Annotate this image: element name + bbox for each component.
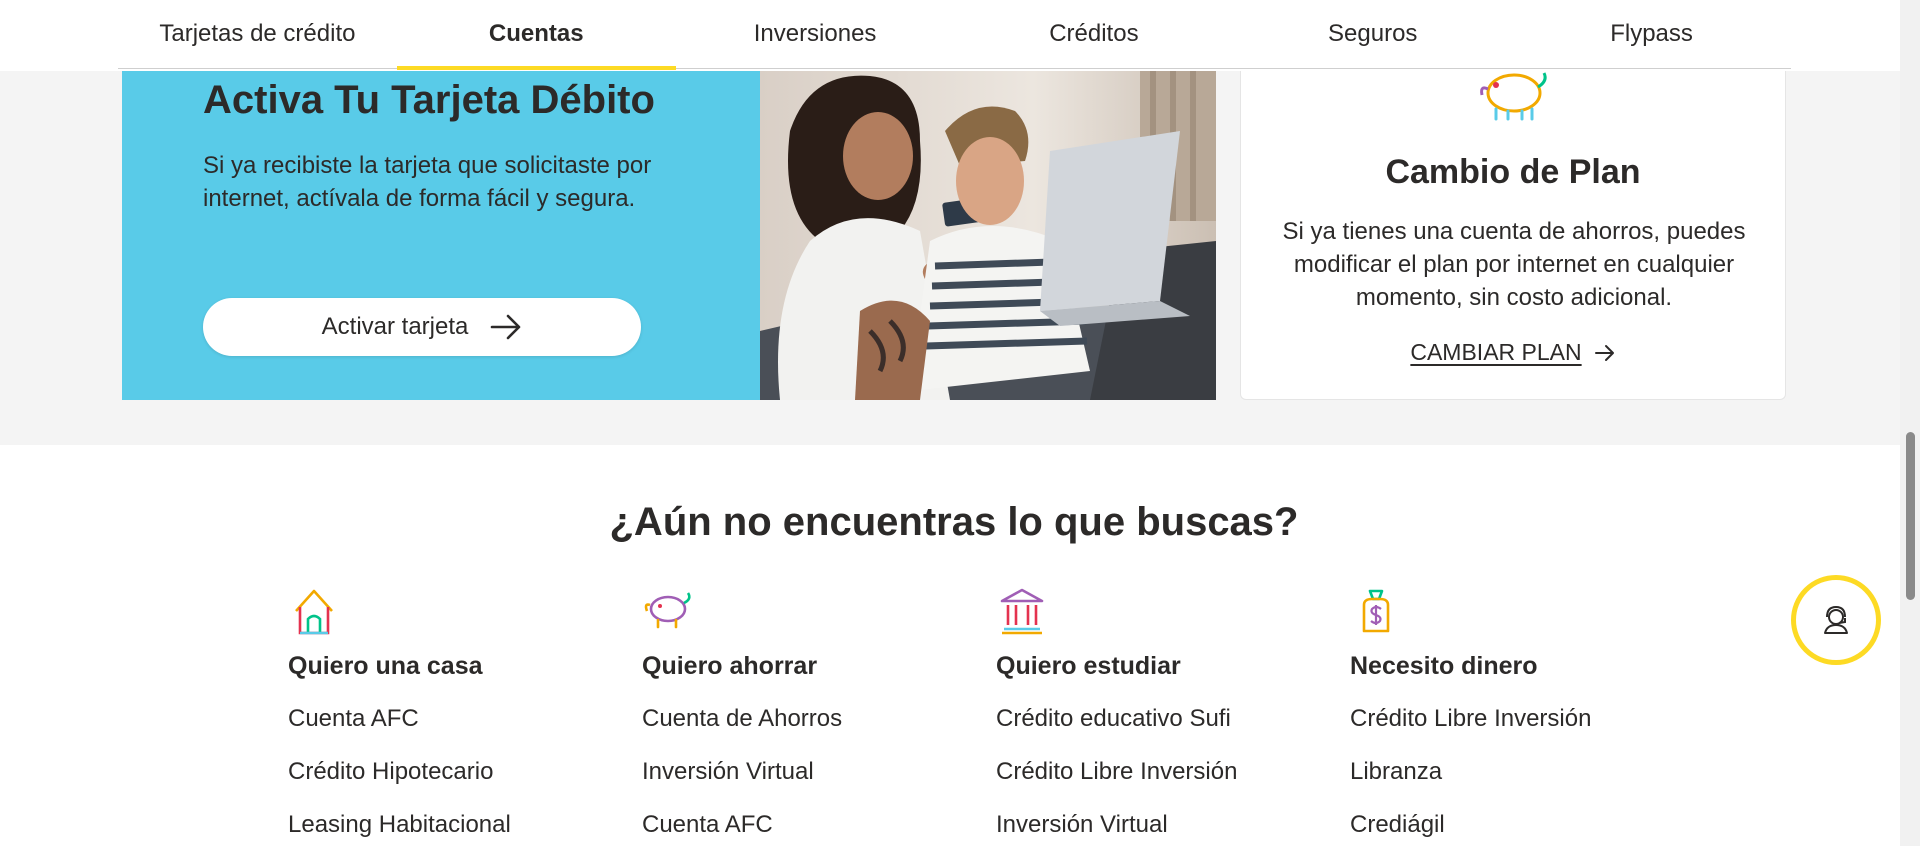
change-plan-link-label: CAMBIAR PLAN <box>1410 339 1582 365</box>
bank-building-icon <box>1000 588 1044 635</box>
tab-tarjetas-de-credito[interactable]: Tarjetas de crédito <box>118 0 397 68</box>
help-section-title: ¿Aún no encuentras lo que buscas? <box>609 500 1299 544</box>
top-nav: Tarjetas de crédito Cuentas Inversiones … <box>0 0 1900 71</box>
change-plan-card: Cambio de Plan Si ya tienes una cuenta d… <box>1240 71 1786 400</box>
tab-cuentas[interactable]: Cuentas <box>396 0 676 70</box>
help-link[interactable]: Libranza <box>1350 754 1690 807</box>
activate-card-button-label: Activar tarjeta <box>321 313 469 340</box>
promo-title: Activa Tu Tarjeta Débito <box>203 78 655 122</box>
help-heading-dinero: Necesito dinero <box>1350 652 1538 680</box>
arrow-right-icon <box>1594 344 1614 361</box>
help-heading-estudiar: Quiero estudiar <box>996 652 1181 680</box>
page-scrollbar[interactable] <box>1900 0 1920 846</box>
help-link[interactable]: Cuenta AFC <box>288 701 628 754</box>
scrollbar-thumb[interactable] <box>1906 432 1915 600</box>
plan-title: Cambio de Plan <box>1385 153 1641 191</box>
help-links-casa: Cuenta AFC Crédito Hipotecario Leasing H… <box>288 701 628 846</box>
house-icon <box>295 589 333 635</box>
help-heading-ahorrar: Quiero ahorrar <box>642 652 818 680</box>
help-link[interactable]: Leasing Habitacional <box>288 807 628 846</box>
tab-seguros[interactable]: Seguros <box>1233 0 1512 68</box>
help-links-dinero: Crédito Libre Inversión Libranza Crediág… <box>1350 701 1690 846</box>
money-bag-icon <box>1362 589 1390 633</box>
support-agent-icon <box>1824 605 1848 634</box>
activate-card-button[interactable]: Activar tarjeta <box>203 298 641 356</box>
help-heading-casa: Quiero una casa <box>288 652 483 680</box>
help-link[interactable]: Cuenta AFC <box>642 807 982 846</box>
help-link[interactable]: Crédito Libre Inversión <box>1350 701 1690 754</box>
arrow-right-icon <box>491 314 521 340</box>
help-column-casa: Quiero una casa Cuenta AFC Crédito Hipot… <box>288 585 628 846</box>
help-links-ahorrar: Cuenta de Ahorros Inversión Virtual Cuen… <box>642 701 982 846</box>
help-column-estudiar: Quiero estudiar Crédito educativo Sufi C… <box>996 585 1336 846</box>
activate-card-promo: Activa Tu Tarjeta Débito Si ya recibiste… <box>122 71 761 400</box>
help-link[interactable]: Crediágil <box>1350 807 1690 846</box>
tab-inversiones[interactable]: Inversiones <box>676 0 955 68</box>
help-link[interactable]: Inversión Virtual <box>642 754 982 807</box>
piggy-bank-icon <box>644 592 691 629</box>
promo-text: Si ya recibiste la tarjeta que solicitas… <box>203 152 652 212</box>
help-link[interactable]: Cuenta de Ahorros <box>642 701 982 754</box>
support-chat-button[interactable] <box>1791 575 1881 665</box>
nav-tabs: Tarjetas de crédito Cuentas Inversiones … <box>118 0 1791 70</box>
help-link[interactable]: Inversión Virtual <box>996 807 1336 846</box>
plan-text: Si ya tienes una cuenta de ahorros, pued… <box>1282 218 1746 311</box>
help-column-ahorrar: Quiero ahorrar Cuenta de Ahorros Inversi… <box>642 585 982 846</box>
help-link[interactable]: Crédito educativo Sufi <box>996 701 1336 754</box>
help-column-dinero: Necesito dinero Crédito Libre Inversión … <box>1350 585 1690 846</box>
change-plan-link[interactable]: CAMBIAR PLAN <box>1241 339 1785 366</box>
help-link[interactable]: Crédito Libre Inversión <box>996 754 1336 807</box>
couple-with-card-photo <box>760 71 1216 400</box>
help-link[interactable]: Crédito Hipotecario <box>288 754 628 807</box>
tab-flypass[interactable]: Flypass <box>1512 0 1791 68</box>
tab-creditos[interactable]: Créditos <box>954 0 1233 68</box>
piggy-bank-icon <box>1480 72 1547 121</box>
help-links-estudiar: Crédito educativo Sufi Crédito Libre Inv… <box>996 701 1336 846</box>
